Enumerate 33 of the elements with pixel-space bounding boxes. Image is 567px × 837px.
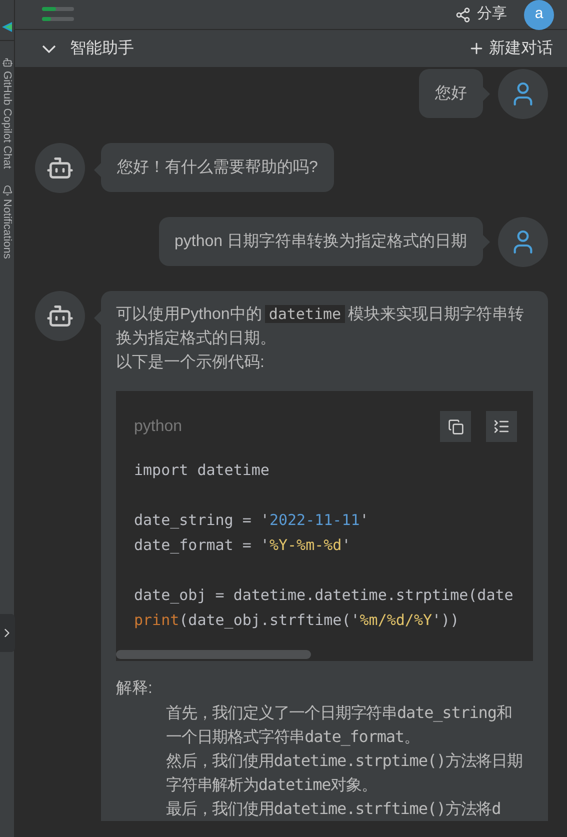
message-text: 以下是一个示例代码: (116, 352, 266, 373)
explanation-text: 首先，我们定义了一个日期字符串date_string和一个日期格式字符串date_format。 (166, 702, 513, 748)
copy-button[interactable] (440, 411, 471, 442)
code-language: python (134, 416, 182, 436)
bell-icon (2, 184, 12, 196)
message-text: 可以使用Python中的 datetime 模块来实现日期字符串转换为指定格式的日期。 (116, 304, 526, 349)
code-line: date_obj = datetime.datetime.strptime(date (134, 585, 514, 606)
code-line: date_string = '2022-11-11' (134, 510, 369, 531)
collapse-button[interactable] (486, 411, 517, 442)
user-avatar[interactable]: a (524, 0, 554, 30)
explanation-text: 最后，我们使用datetime.strftime()方法将d (166, 798, 502, 820)
share-button[interactable]: 分享 (455, 3, 507, 26)
code-line: import datetime (134, 460, 270, 481)
new-chat-button[interactable]: 新建对话 (468, 36, 553, 60)
sidebar-tab[interactable]: Notifications (1, 184, 13, 259)
list-arrow-icon (493, 418, 510, 435)
panel-title: 智能助手 (70, 38, 134, 58)
share-icon (455, 6, 471, 22)
message-bubble: python 日期字符串转换为指定格式的日期 (158, 217, 483, 266)
plus-icon (468, 40, 485, 57)
horizontal-scrollbar[interactable] (116, 650, 311, 658)
explanation-text: 然后，我们使用datetime.strptime()方法将日期字符串解析为datetime对象。 (166, 750, 524, 796)
copy-icon (448, 418, 464, 434)
robot-icon (2, 57, 12, 68)
message-bubble: 您好 (419, 69, 483, 118)
app-logo-icon (2, 20, 12, 34)
sidebar-tab[interactable]: GitHub Copilot Chat (1, 57, 13, 169)
chevron-down-icon[interactable] (42, 44, 56, 52)
message-bubble: 您好！有什么需要帮助的吗? (101, 143, 334, 192)
explanation-title: 解释: (116, 679, 154, 699)
code-line: print(date_obj.strftime('%m/%d/%Y')) (134, 610, 460, 631)
code-line: date_format = '%Y-%m-%d' (134, 535, 351, 556)
expand-panel-button[interactable] (0, 614, 14, 652)
